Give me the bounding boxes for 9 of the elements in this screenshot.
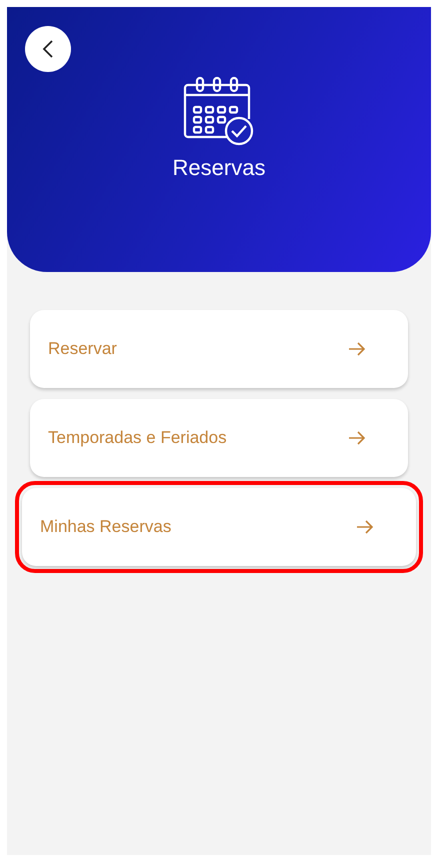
arrow-right-icon	[356, 520, 374, 534]
arrow-right-icon	[348, 431, 366, 445]
page-title: Reservas	[172, 154, 266, 182]
menu-item[interactable]: Minhas Reservas	[22, 488, 416, 566]
back-chevron-icon	[42, 39, 54, 59]
menu-item[interactable]: Temporadas e Feriados	[30, 399, 408, 477]
arrow-right-icon	[348, 342, 366, 356]
back-button[interactable]	[25, 26, 71, 72]
menu-item[interactable]: Reservar	[30, 310, 408, 388]
